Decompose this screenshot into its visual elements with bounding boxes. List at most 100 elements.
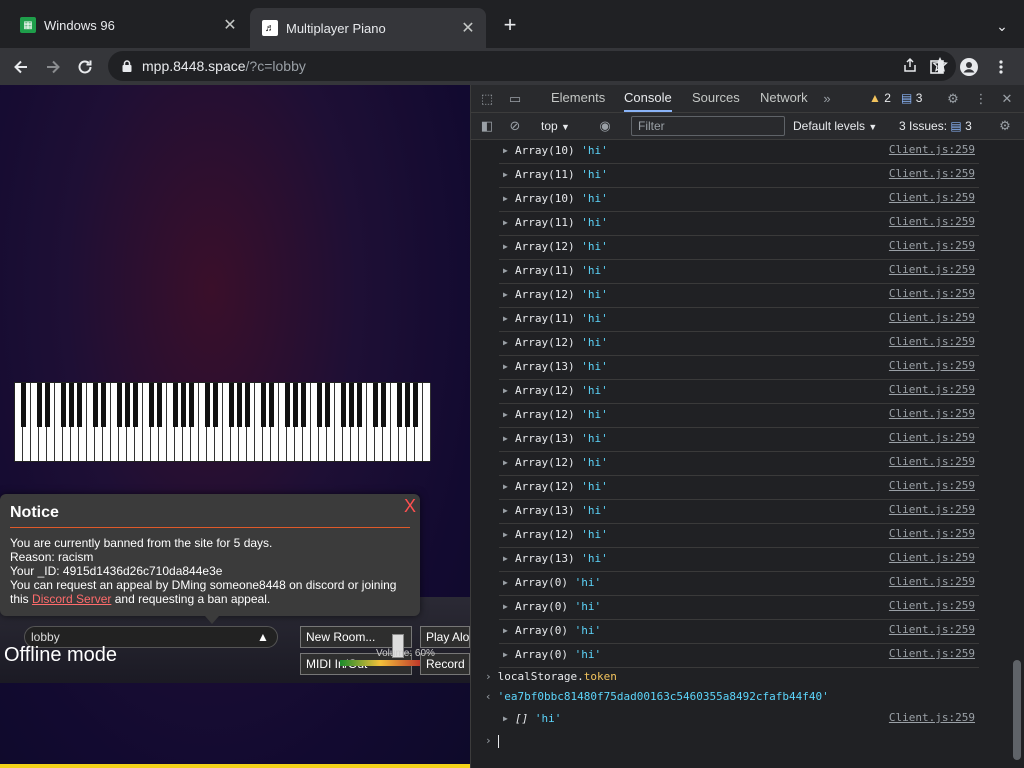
close-devtools-icon[interactable]: ✕: [997, 89, 1017, 109]
console-log-row[interactable]: ▶ Array(13) 'hi' Client.js:259: [499, 356, 979, 380]
expand-triangle-icon[interactable]: ▶: [503, 386, 508, 395]
piano-black-key[interactable]: [348, 383, 354, 427]
expand-triangle-icon[interactable]: ▶: [503, 530, 508, 539]
piano-black-key[interactable]: [356, 383, 362, 427]
piano-black-key[interactable]: [172, 383, 178, 427]
log-source-link[interactable]: Client.js:259: [889, 575, 975, 588]
expand-triangle-icon[interactable]: ▶: [503, 314, 508, 323]
console-log-row[interactable]: ▶ Array(12) 'hi' Client.js:259: [499, 524, 979, 548]
piano-black-key[interactable]: [132, 383, 138, 427]
profile-button[interactable]: [954, 52, 984, 82]
piano-black-key[interactable]: [100, 383, 106, 427]
log-source-link[interactable]: Client.js:259: [889, 407, 975, 420]
tab-network[interactable]: Network: [760, 85, 808, 112]
expand-triangle-icon[interactable]: ▶: [503, 626, 508, 635]
expand-triangle-icon[interactable]: ▶: [503, 194, 508, 203]
piano-black-key[interactable]: [396, 383, 402, 427]
log-source-link[interactable]: Client.js:259: [889, 263, 975, 276]
address-bar[interactable]: mpp.8448.space/?c=lobby: [108, 51, 956, 81]
log-source-link[interactable]: Client.js:259: [889, 383, 975, 396]
piano-black-key[interactable]: [340, 383, 346, 427]
console-log-row[interactable]: ▶ Array(11) 'hi' Client.js:259: [499, 164, 979, 188]
lock-icon[interactable]: [120, 59, 134, 73]
expand-triangle-icon[interactable]: ▶: [503, 714, 508, 723]
tab-sources[interactable]: Sources: [692, 85, 740, 112]
piano-black-key[interactable]: [212, 383, 218, 427]
forward-button[interactable]: [38, 52, 68, 82]
log-source-link[interactable]: Client.js:259: [889, 431, 975, 444]
log-source-link[interactable]: Client.js:259: [889, 599, 975, 612]
log-source-link[interactable]: Client.js:259: [889, 711, 975, 724]
console-log-row[interactable]: ▶ Array(12) 'hi' Client.js:259: [499, 380, 979, 404]
log-source-link[interactable]: Client.js:259: [889, 191, 975, 204]
piano-black-key[interactable]: [236, 383, 242, 427]
back-button[interactable]: [6, 52, 36, 82]
reload-button[interactable]: [70, 52, 100, 82]
settings-gear-icon[interactable]: ⚙: [943, 89, 963, 109]
log-source-link[interactable]: Client.js:259: [889, 623, 975, 636]
expand-triangle-icon[interactable]: ▶: [503, 290, 508, 299]
piano-black-key[interactable]: [92, 383, 98, 427]
notice-close-button[interactable]: X: [404, 496, 416, 517]
clear-console-icon[interactable]: ⊘: [505, 116, 525, 136]
tab-multiplayer-piano[interactable]: ♬ Multiplayer Piano ✕: [250, 8, 486, 48]
console-log-row[interactable]: ▶ Array(13) 'hi' Client.js:259: [499, 548, 979, 572]
close-icon[interactable]: ✕: [458, 18, 478, 38]
piano-black-key[interactable]: [148, 383, 154, 427]
piano-black-key[interactable]: [188, 383, 194, 427]
console-input[interactable]: ›: [485, 734, 499, 748]
piano-black-key[interactable]: [44, 383, 50, 427]
console-log-row[interactable]: ▶ Array(10) 'hi' Client.js:259: [499, 140, 979, 164]
side-panel-button[interactable]: [922, 52, 952, 82]
console-log-row[interactable]: ▶ Array(0) 'hi' Client.js:259: [499, 644, 979, 668]
console-log-row[interactable]: ▶ Array(11) 'hi' Client.js:259: [499, 260, 979, 284]
piano-black-key[interactable]: [204, 383, 210, 427]
tab-windows96[interactable]: ▦ Windows 96 ✕: [8, 8, 248, 42]
piano-black-key[interactable]: [316, 383, 322, 427]
expand-triangle-icon[interactable]: ▶: [503, 554, 508, 563]
log-source-link[interactable]: Client.js:259: [889, 551, 975, 564]
console-log-row[interactable]: ▶ Array(10) 'hi' Client.js:259: [499, 188, 979, 212]
messages-badge[interactable]: ▤ 3: [901, 91, 922, 105]
piano-black-key[interactable]: [292, 383, 298, 427]
piano-black-key[interactable]: [260, 383, 266, 427]
piano-black-key[interactable]: [60, 383, 66, 427]
console-log-row[interactable]: ▶ Array(12) 'hi' Client.js:259: [499, 284, 979, 308]
log-source-link[interactable]: Client.js:259: [889, 479, 975, 492]
console-filter-input[interactable]: Filter: [631, 116, 785, 136]
tab-elements[interactable]: Elements: [551, 85, 605, 112]
piano-black-key[interactable]: [76, 383, 82, 427]
console-log-row[interactable]: ▶ Array(12) 'hi' Client.js:259: [499, 236, 979, 260]
tab-search-button[interactable]: ⌄: [990, 14, 1014, 38]
piano-black-key[interactable]: [68, 383, 74, 427]
piano-keyboard[interactable]: [14, 382, 431, 462]
piano-black-key[interactable]: [116, 383, 122, 427]
console-log-row[interactable]: ▶ Array(0) 'hi' Client.js:259: [499, 620, 979, 644]
more-tabs-icon[interactable]: »: [817, 89, 837, 109]
piano-black-key[interactable]: [412, 383, 418, 427]
expand-triangle-icon[interactable]: ▶: [503, 146, 508, 155]
console-log-row[interactable]: ▶ Array(11) 'hi' Client.js:259: [499, 308, 979, 332]
expand-triangle-icon[interactable]: ▶: [503, 266, 508, 275]
volume-slider-track[interactable]: [340, 660, 420, 666]
browser-menu-button[interactable]: [986, 52, 1016, 82]
console-log-row[interactable]: ▶ Array(12) 'hi' Client.js:259: [499, 332, 979, 356]
issues-button[interactable]: 3 Issues: ▤ 3: [899, 119, 972, 133]
new-tab-button[interactable]: +: [498, 14, 522, 38]
device-toolbar-icon[interactable]: ▭: [505, 89, 525, 109]
log-source-link[interactable]: Client.js:259: [889, 527, 975, 540]
log-source-link[interactable]: Client.js:259: [889, 239, 975, 252]
log-source-link[interactable]: Client.js:259: [889, 143, 975, 156]
piano-black-key[interactable]: [380, 383, 386, 427]
expand-triangle-icon[interactable]: ▶: [503, 650, 508, 659]
expand-triangle-icon[interactable]: ▶: [503, 458, 508, 467]
console-log-row[interactable]: ▶ Array(12) 'hi' Client.js:259: [499, 476, 979, 500]
log-source-link[interactable]: Client.js:259: [889, 335, 975, 348]
expand-triangle-icon[interactable]: ▶: [503, 218, 508, 227]
console-log-row[interactable]: ▶ Array(0) 'hi' Client.js:259: [499, 596, 979, 620]
sidebar-toggle-icon[interactable]: ◧: [477, 116, 497, 136]
log-source-link[interactable]: Client.js:259: [889, 215, 975, 228]
piano-white-key[interactable]: [423, 383, 431, 461]
expand-triangle-icon[interactable]: ▶: [503, 410, 508, 419]
log-source-link[interactable]: Client.js:259: [889, 359, 975, 372]
